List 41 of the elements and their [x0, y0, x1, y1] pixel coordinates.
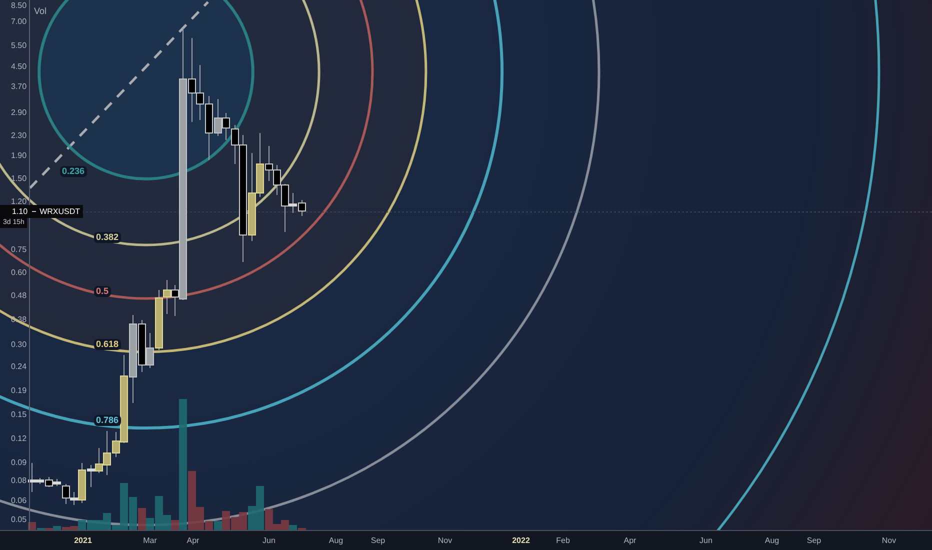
last-price-value: 1.10 [12, 206, 28, 218]
time-axis-label: Feb [556, 535, 570, 547]
time-axis-label: Jun [262, 535, 276, 547]
price-tick-label: 5.50 [11, 41, 27, 51]
time-axis-label: Sep [806, 535, 822, 547]
price-tick-label: 0.75 [11, 245, 27, 255]
price-tick-label: 0.30 [11, 340, 27, 350]
fib-level-label: 0.382 [94, 232, 121, 244]
price-tick-label: 0.12 [11, 434, 27, 444]
time-axis-label: Apr [186, 535, 200, 547]
time-axis-label: Apr [624, 535, 636, 547]
price-tick-label: 2.30 [11, 131, 27, 141]
price-tick-label: 1.90 [11, 151, 27, 161]
volume-legend: Vol [34, 5, 47, 18]
price-tick-label: 0.15 [11, 410, 27, 420]
price-tick-label: 0.05 [11, 515, 27, 525]
price-tick-label: 7.00 [11, 17, 27, 27]
price-tick-label: 0.19 [11, 386, 27, 396]
time-axis-label: Jun [700, 535, 712, 547]
price-tick-label: 2.90 [11, 108, 27, 118]
price-tick-label: 1.50 [11, 174, 27, 184]
time-axis-label: Mar [143, 535, 157, 547]
symbol-label: WRXUSDT [40, 206, 80, 218]
price-tick-label: 3.70 [11, 82, 27, 92]
price-tick-label: 0.09 [11, 458, 27, 468]
price-tick-label: 0.60 [11, 268, 27, 278]
price-tick-label: 8.50 [11, 1, 27, 11]
price-tick-label: 4.50 [11, 62, 27, 72]
price-tick-label: 0.48 [11, 291, 27, 301]
time-axis-label: Nov [438, 535, 452, 547]
price-tick-label: 1.20 [11, 197, 27, 207]
price-tick-label: 0.08 [11, 476, 27, 486]
time-axis-label: 2021 [74, 535, 92, 547]
time-axis-label: 2022 [512, 535, 530, 547]
price-tick-label: 0.24 [11, 362, 27, 372]
time-axis-label: Sep [370, 535, 386, 547]
time-axis-label: Aug [328, 535, 344, 547]
fib-level-label: 0.786 [94, 415, 121, 426]
time-axis-label: Aug [764, 535, 780, 547]
time-axis-label: Nov [882, 535, 896, 547]
price-tick-label: 0.06 [11, 496, 27, 506]
